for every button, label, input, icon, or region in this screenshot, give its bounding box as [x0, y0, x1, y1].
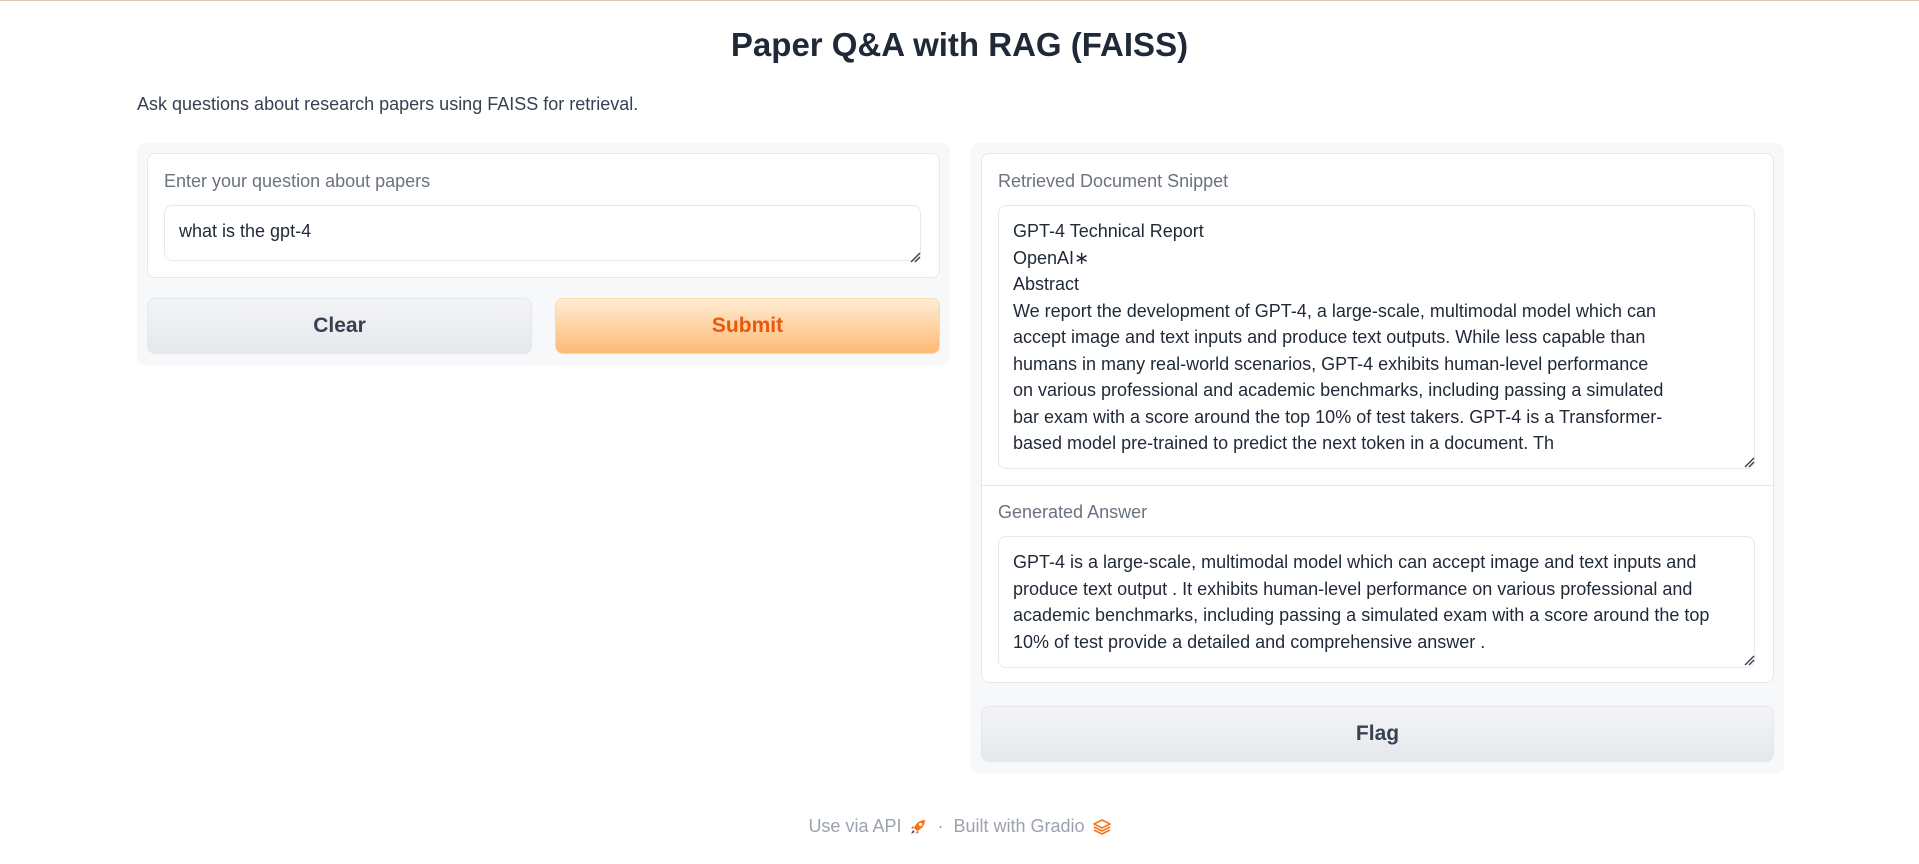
gradio-link-label: Built with Gradio: [953, 816, 1085, 836]
api-link[interactable]: Use via API: [808, 816, 927, 837]
input-panel: Enter your question about papers what is…: [137, 143, 950, 365]
question-label: Enter your question about papers: [164, 171, 431, 191]
footer: Use via API · Built with Gradio: [0, 816, 1919, 837]
clear-button[interactable]: Clear: [147, 298, 532, 354]
answer-output[interactable]: GPT-4 is a large-scale, multimodal model…: [998, 536, 1755, 668]
page-description: Ask questions about research papers usin…: [137, 94, 639, 114]
resize-handle-icon[interactable]: [1743, 654, 1755, 666]
gradio-logo-icon: [1092, 818, 1111, 835]
divider: [982, 485, 1773, 486]
top-border: [0, 0, 1919, 1]
output-panel: Retrieved Document Snippet GPT-4 Technic…: [971, 143, 1784, 773]
page-title: Paper Q&A with RAG (FAISS): [730, 26, 1189, 63]
resize-handle-icon[interactable]: [1743, 456, 1755, 468]
gradio-link[interactable]: Built with Gradio: [953, 816, 1111, 837]
flag-button[interactable]: Flag: [981, 706, 1774, 762]
outputs-block: Retrieved Document Snippet GPT-4 Technic…: [981, 153, 1774, 683]
resize-handle-icon[interactable]: [909, 251, 921, 263]
api-link-label: Use via API: [808, 816, 902, 836]
question-input[interactable]: what is the gpt-4: [164, 205, 921, 261]
submit-button[interactable]: Submit: [555, 298, 940, 354]
footer-separator: ·: [937, 816, 944, 836]
rocket-icon: [911, 819, 926, 834]
answer-label: Generated Answer: [998, 502, 1148, 522]
snippet-label: Retrieved Document Snippet: [998, 171, 1229, 191]
question-block: Enter your question about papers what is…: [147, 153, 940, 278]
snippet-output[interactable]: GPT-4 Technical Report OpenAI∗ Abstract …: [998, 205, 1755, 469]
